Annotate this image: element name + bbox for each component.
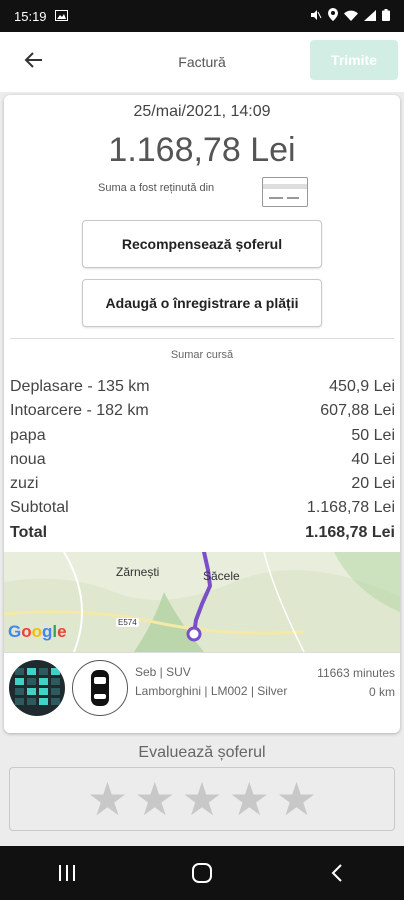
summary-row: zuzi 20 Lei: [10, 472, 395, 496]
trip-stats: 11663 minutes 0 km: [317, 664, 395, 702]
status-bar: 15:19: [0, 0, 404, 32]
retained-from-text: Suma a fost reținută din: [98, 182, 215, 194]
star-icon[interactable]: ★: [181, 776, 222, 822]
summary-row: noua 40 Lei: [10, 448, 395, 472]
location-icon: [328, 8, 338, 24]
driver-avatar: [9, 660, 65, 716]
star-rating: ★ ★ ★ ★ ★: [9, 767, 395, 831]
battery-icon: [382, 8, 390, 24]
signal-icon: [364, 9, 376, 24]
driver-name-category: Seb | SUV: [135, 665, 191, 679]
car-icon: [72, 660, 128, 716]
summary-row: Deplasare - 135 km 450,9 Lei: [10, 375, 395, 399]
google-logo-letter: o: [21, 622, 32, 641]
invoice-amount: 1.168,78 Lei: [108, 131, 296, 169]
map-label-sacele: Săcele: [203, 569, 240, 583]
home-button[interactable]: [172, 853, 232, 893]
summary-row-value: 40 Lei: [351, 450, 395, 468]
star-icon[interactable]: ★: [87, 776, 128, 822]
google-logo-letter: e: [57, 622, 67, 641]
add-payment-record-button[interactable]: Adaugă o înregistrare a plății: [82, 279, 322, 327]
map-label-zarnesti: Zărnești: [116, 565, 160, 579]
trip-summary-list: Deplasare - 135 km 450,9 Lei Intoarcere - …: [10, 375, 395, 545]
trip-summary-title: Sumar cursă: [170, 349, 234, 361]
summary-row-value: 20 Lei: [351, 475, 395, 493]
google-logo-letter: o: [31, 622, 43, 641]
back-nav-button[interactable]: [307, 853, 367, 893]
route-map[interactable]: Zărnești Săcele E574 Google: [4, 552, 400, 652]
trip-distance: 0 km: [368, 685, 395, 699]
trip-duration: 11663 minutes: [317, 666, 395, 680]
summary-row-label: Subtotal: [10, 499, 69, 517]
summary-row-label: noua: [10, 450, 46, 468]
google-logo-letter: g: [42, 622, 53, 641]
summary-row-label: Deplasare - 135 km: [10, 378, 150, 395]
gallery-notification-icon: [54, 9, 68, 24]
summary-row-value: 1.168,78 Lei: [305, 523, 395, 541]
send-button[interactable]: Trimite: [310, 40, 398, 80]
status-time: 15:19: [14, 8, 47, 24]
summary-row: Intoarcere - 182 km 607,88 Lei: [10, 399, 395, 423]
vehicle-details: Seb | SUV Lamborghini | LM002 | Silver: [135, 664, 295, 700]
summary-row-label: Total: [10, 523, 48, 541]
driver-info: Seb | SUV Lamborghini | LM002 | Silver 1…: [4, 652, 400, 733]
app-bar: Factură Trimite: [0, 32, 404, 92]
summary-row: Subtotal 1.168,78 Lei: [10, 496, 395, 520]
mute-icon: [310, 9, 322, 24]
summary-row-label: Intoarcere - 182 km: [10, 402, 149, 420]
wifi-icon: [344, 9, 358, 24]
summary-row-value: 450,9 Lei: [329, 378, 395, 395]
rate-driver-title: Evaluează șoferul: [138, 744, 266, 761]
system-nav-bar: [0, 846, 404, 900]
summary-row-label: papa: [10, 426, 46, 444]
star-icon[interactable]: ★: [229, 776, 270, 822]
total-row: Total 1.168,78 Lei: [10, 521, 395, 545]
invoice-card: 25/mai/2021, 14:09 1.168,78 Lei Suma a f…: [4, 95, 400, 733]
vehicle-model: Lamborghini | LM002 | Silver: [135, 684, 288, 698]
star-icon[interactable]: ★: [134, 776, 175, 822]
summary-row-value: 1.168,78 Lei: [306, 499, 395, 517]
divider: [10, 338, 394, 339]
star-icon[interactable]: ★: [276, 776, 317, 822]
summary-row: papa 50 Lei: [10, 424, 395, 448]
summary-row-label: zuzi: [10, 475, 39, 493]
summary-row-value: 607,88 Lei: [320, 402, 395, 420]
back-button[interactable]: [12, 40, 56, 84]
google-logo: Google: [8, 622, 67, 642]
google-logo-letter: G: [8, 622, 22, 641]
map-road-label: E574: [116, 618, 139, 627]
credit-card-icon: [262, 177, 308, 207]
arrow-left-icon: [24, 50, 44, 75]
summary-row-value: 50 Lei: [351, 426, 395, 444]
tip-driver-button[interactable]: Recompensează șoferul: [82, 220, 322, 268]
invoice-date: 25/mai/2021, 14:09: [133, 103, 271, 120]
route-end-marker: [186, 626, 202, 642]
recent-apps-button[interactable]: [37, 853, 97, 893]
